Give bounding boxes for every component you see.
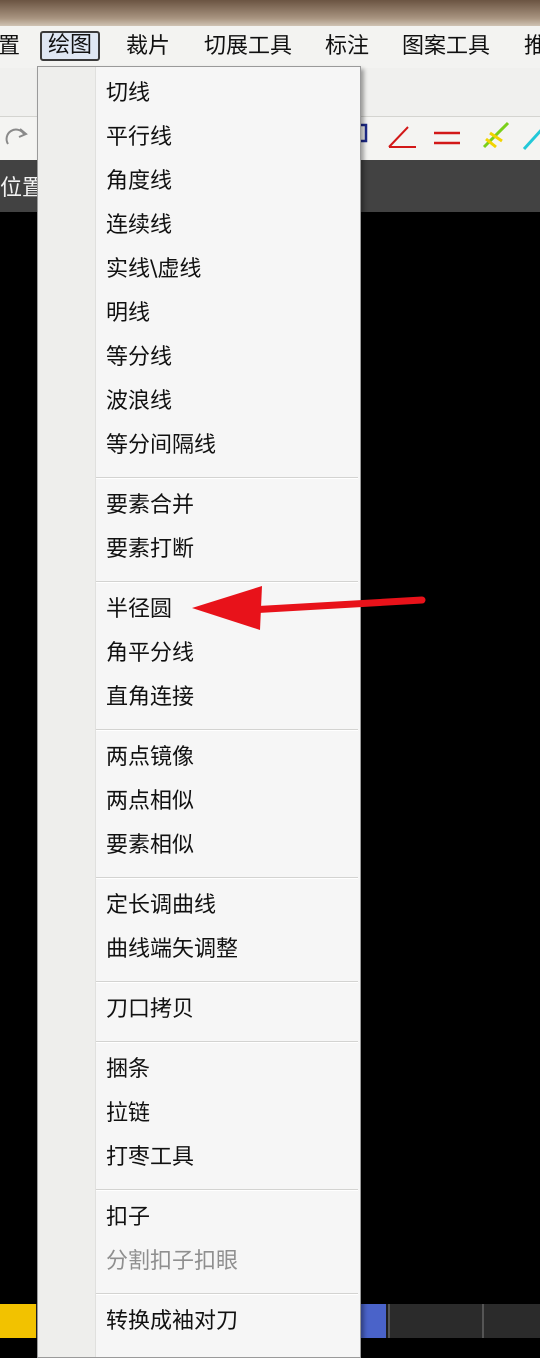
menubar-item-settings[interactable]: 置: [0, 32, 20, 62]
window-title-strip: [0, 0, 540, 26]
menu-item-equal-division-line[interactable]: 等分线: [96, 336, 358, 380]
menu-item-zipper[interactable]: 拉链: [96, 1092, 358, 1136]
red-arrow-annotation: [192, 586, 426, 630]
angle-tool-icon[interactable]: [386, 121, 420, 155]
cyan-tool-icon[interactable]: [520, 121, 540, 155]
menu-separator: [96, 877, 358, 879]
menubar-item-cut-expand-tools[interactable]: 切展工具: [204, 32, 292, 62]
menu-item-button[interactable]: 扣子: [96, 1196, 358, 1240]
menu-item-two-point-similar[interactable]: 两点相似: [96, 780, 358, 824]
menu-item-angle-line[interactable]: 角度线: [96, 160, 358, 204]
menu-icon-gutter: [38, 67, 96, 1357]
menubar-item-draw[interactable]: 绘图: [40, 31, 101, 61]
menubar: 置 绘图 裁片 切展工具 标注 图案工具 推: [0, 26, 540, 69]
menu-item-notch-copy[interactable]: 刀口拷贝: [96, 988, 358, 1032]
menu-item-fixed-length-curve[interactable]: 定长调曲线: [96, 884, 358, 928]
color-swatch-dark-2[interactable]: [482, 1304, 540, 1338]
menu-item-convert-sleeve-notch[interactable]: 转换成袖对刀: [96, 1300, 358, 1344]
menubar-item-pieces[interactable]: 裁片: [126, 32, 170, 62]
menu-item-tangent-line[interactable]: 切线: [96, 72, 358, 116]
color-swatch-dark[interactable]: [388, 1304, 482, 1338]
menubar-item-push[interactable]: 推: [524, 32, 540, 62]
menu-item-break-element[interactable]: 要素打断: [96, 528, 358, 572]
color-swatch-blue[interactable]: [360, 1304, 386, 1338]
menu-separator: [96, 729, 358, 731]
menu-item-parallel-line[interactable]: 平行线: [96, 116, 358, 160]
curve-tool-icon[interactable]: [356, 119, 390, 153]
menu-separator: [96, 1041, 358, 1043]
menu-item-wavy-line[interactable]: 波浪线: [96, 380, 358, 424]
menubar-item-pattern-tools[interactable]: 图案工具: [402, 32, 490, 62]
menu-separator: [96, 1293, 358, 1295]
menu-separator: [96, 1189, 358, 1191]
menubar-item-annotate[interactable]: 标注: [325, 32, 369, 62]
menu-item-element-similar[interactable]: 要素相似: [96, 824, 358, 868]
menu-item-equal-interval-line[interactable]: 等分间隔线: [96, 424, 358, 468]
menu-item-two-point-mirror[interactable]: 两点镜像: [96, 736, 358, 780]
color-swatch-yellow[interactable]: [0, 1304, 36, 1338]
menu-item-binding-strip[interactable]: 捆条: [96, 1048, 358, 1092]
yellow-green-tool-icon[interactable]: [480, 119, 514, 153]
redo-icon[interactable]: [2, 122, 36, 156]
menu-item-merge-elements[interactable]: 要素合并: [96, 484, 358, 528]
menu-item-bartack-tool[interactable]: 打枣工具: [96, 1136, 358, 1180]
menu-item-continuous-line[interactable]: 连续线: [96, 204, 358, 248]
menu-item-topstitch-line[interactable]: 明线: [96, 292, 358, 336]
menu-item-solid-dashed-line[interactable]: 实线\虚线: [96, 248, 358, 292]
menu-item-split-button-buttonhole: 分割扣子扣眼: [106, 1249, 239, 1274]
menu-item-right-angle-join[interactable]: 直角连接: [96, 676, 358, 720]
parallel-line-icon[interactable]: [430, 121, 464, 155]
menu-separator: [96, 981, 358, 983]
menu-separator: [96, 477, 358, 479]
menu-item-curve-endpoint-adjust[interactable]: 曲线端矢调整: [96, 928, 358, 972]
draw-menu-dropdown: 切线 平行线 角度线 连续线 实线\虚线 明线 等分线 波浪线 等分间隔线 要素…: [37, 66, 361, 1358]
